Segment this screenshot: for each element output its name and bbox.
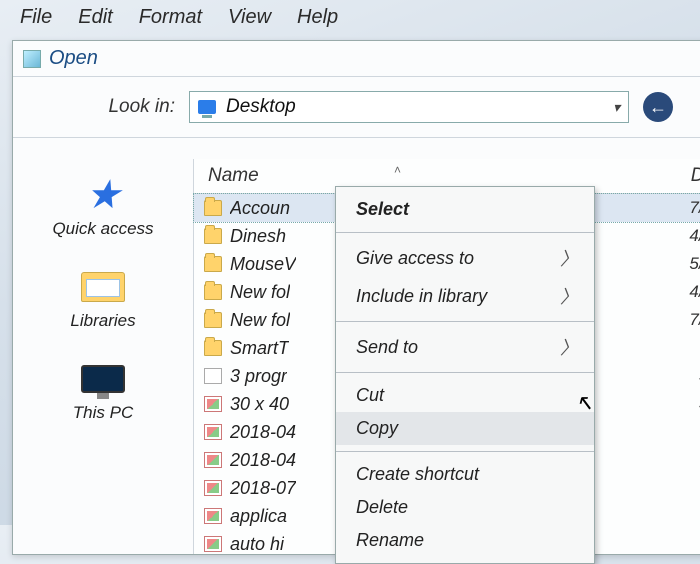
places-label: Quick access: [52, 219, 153, 239]
file-name: 30 x 40: [230, 394, 289, 415]
dialog-title: Open: [49, 47, 98, 70]
places-this-pc[interactable]: This PC: [73, 359, 133, 423]
sort-indicator-icon: ˄: [394, 163, 401, 177]
folder-icon: [204, 284, 222, 300]
places-label: This PC: [73, 403, 133, 423]
ctx-send-to[interactable]: Send to 〉: [336, 328, 594, 366]
nav-back-button[interactable]: ←: [643, 92, 673, 122]
file-name: Accoun: [230, 198, 290, 219]
folder-icon: [204, 200, 222, 216]
ctx-select[interactable]: Select: [336, 193, 594, 226]
file-name: 2018-07: [230, 478, 296, 499]
chevron-down-icon: ▾: [613, 99, 620, 116]
menu-view[interactable]: View: [228, 6, 271, 29]
lookin-dropdown[interactable]: Desktop ▾: [189, 91, 629, 123]
file-date: 7/1: [689, 198, 700, 218]
monitor-icon: [81, 365, 125, 393]
ctx-delete[interactable]: Delete: [336, 491, 594, 524]
file-name: 3 progr: [230, 366, 287, 387]
app-menubar: File Edit Format View Help: [0, 0, 700, 39]
lookin-label: Look in:: [25, 96, 175, 118]
folder-icon: [204, 340, 222, 356]
lookin-value: Desktop: [226, 96, 296, 118]
file-name: Dinesh: [230, 226, 286, 247]
img-icon: [204, 424, 222, 440]
ctx-include-in-library[interactable]: Include in library 〉: [336, 277, 594, 315]
menu-file[interactable]: File: [20, 6, 52, 29]
img-icon: [204, 396, 222, 412]
img-icon: [204, 452, 222, 468]
ctx-item-label: Copy: [356, 418, 398, 439]
dialog-titlebar: Open: [13, 41, 700, 77]
ctx-item-label: Select: [356, 199, 409, 220]
file-name: New fol: [230, 282, 290, 303]
places-quick-access[interactable]: ★ Quick access: [52, 175, 153, 239]
file-date: 7/4: [689, 310, 700, 330]
file-name: MouseV: [230, 254, 296, 275]
ctx-create-shortcut[interactable]: Create shortcut: [336, 458, 594, 491]
ctx-copy[interactable]: Copy: [336, 412, 594, 445]
img-icon: [204, 536, 222, 552]
ctx-item-label: Send to: [356, 337, 418, 358]
img-icon: [204, 480, 222, 496]
ctx-rename[interactable]: Rename: [336, 524, 594, 557]
lookin-row: Look in: Desktop ▾ ←: [13, 77, 700, 138]
context-menu: Select Give access to 〉 Include in library 〉…: [335, 186, 595, 564]
file-name: New fol: [230, 310, 290, 331]
ctx-item-label: Rename: [356, 530, 424, 551]
img-icon: [204, 508, 222, 524]
menu-format[interactable]: Format: [139, 6, 202, 29]
file-name: SmartT: [230, 338, 289, 359]
ctx-item-label: Cut: [356, 385, 384, 406]
file-date: 5/2: [689, 254, 700, 274]
file-date: 4/3: [689, 282, 700, 302]
ctx-cut[interactable]: Cut: [336, 379, 594, 412]
chevron-right-icon: 〉: [560, 334, 578, 360]
star-icon: ★: [85, 175, 121, 215]
file-name: auto hi: [230, 534, 284, 555]
ctx-item-label: Delete: [356, 497, 408, 518]
file-name: 2018-04: [230, 450, 296, 471]
libraries-icon: [81, 272, 125, 302]
places-libraries[interactable]: Libraries: [70, 267, 135, 331]
chevron-right-icon: 〉: [560, 283, 578, 309]
column-name[interactable]: Name: [208, 165, 628, 187]
ctx-give-access-to[interactable]: Give access to 〉: [336, 239, 594, 277]
places-bar: ★ Quick access Libraries This PC: [13, 159, 193, 554]
dialog-icon: [23, 50, 41, 68]
file-name: 2018-04: [230, 422, 296, 443]
file-icon: [204, 368, 222, 384]
folder-icon: [204, 256, 222, 272]
places-label: Libraries: [70, 311, 135, 331]
file-date: 4/9: [689, 226, 700, 246]
desktop-icon: [198, 100, 216, 114]
menu-help[interactable]: Help: [297, 6, 338, 29]
folder-icon: [204, 312, 222, 328]
column-date[interactable]: Da: [691, 165, 700, 187]
folder-icon: [204, 228, 222, 244]
chevron-right-icon: 〉: [560, 245, 578, 271]
ctx-item-label: Give access to: [356, 248, 474, 269]
file-name: applica: [230, 506, 287, 527]
ctx-item-label: Include in library: [356, 286, 487, 307]
ctx-item-label: Create shortcut: [356, 464, 479, 485]
menu-edit[interactable]: Edit: [78, 6, 112, 29]
